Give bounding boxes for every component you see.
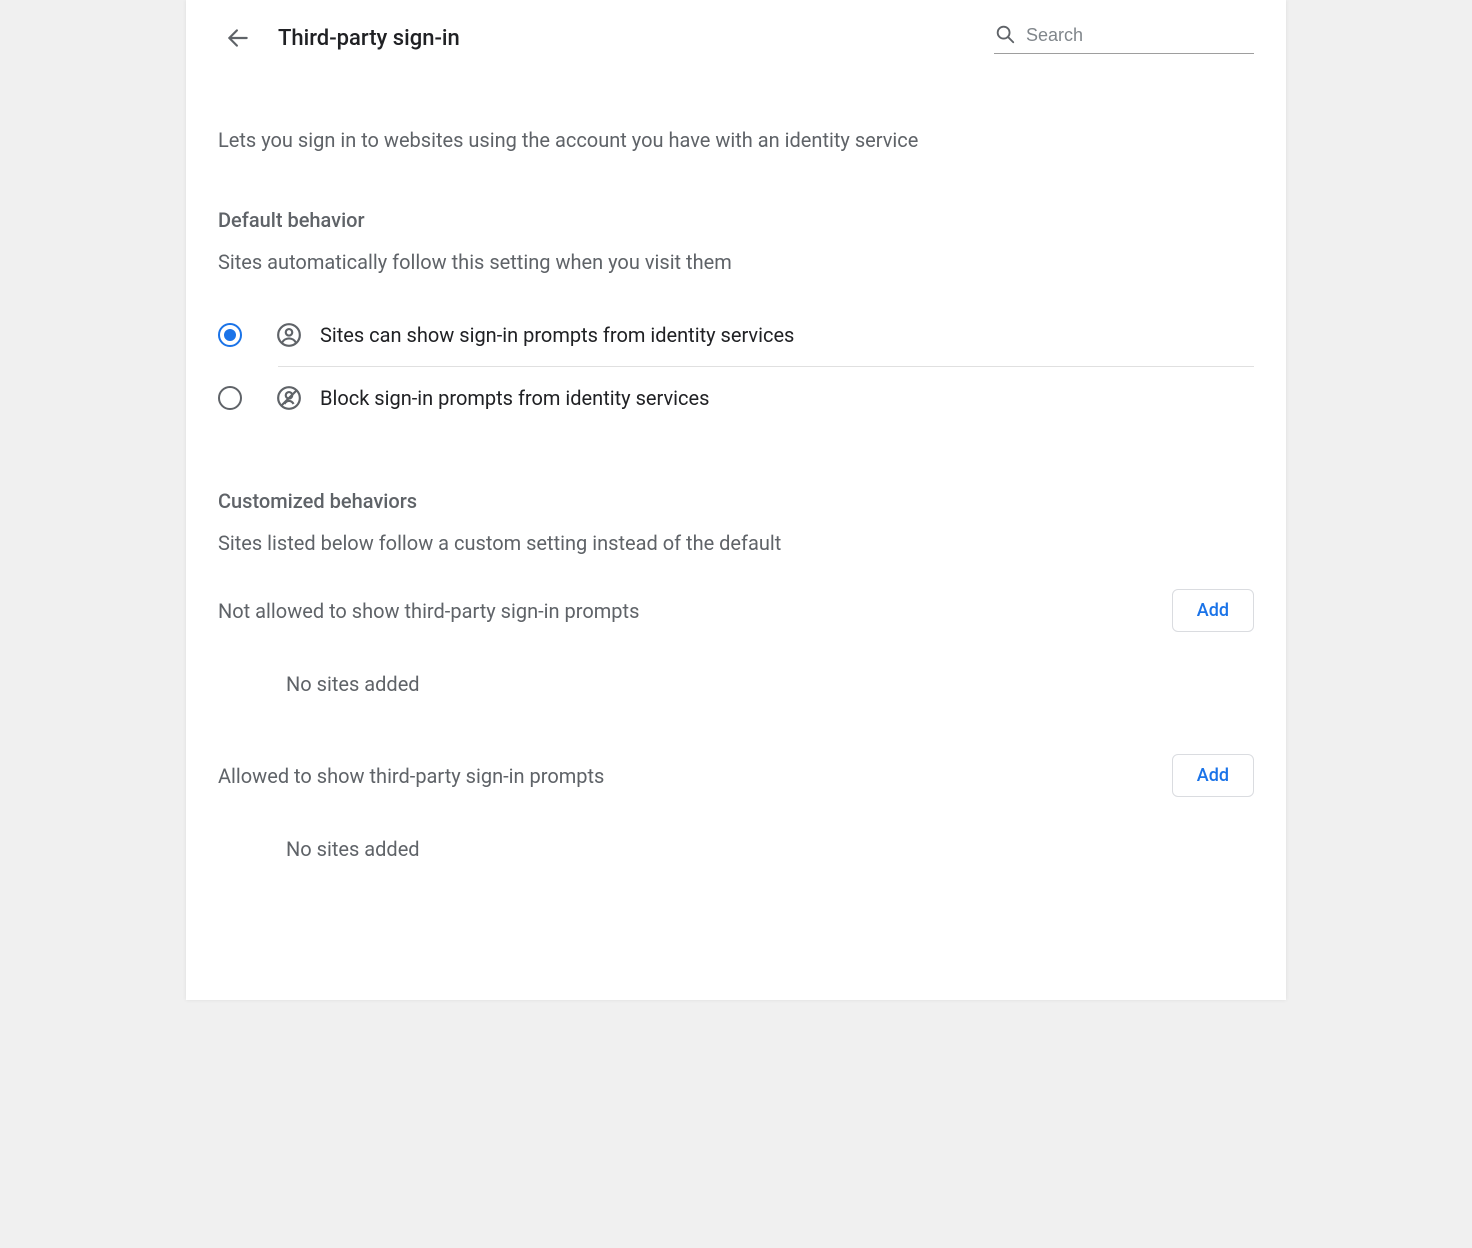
default-behavior-section: Default behavior Sites automatically fol…: [218, 208, 1254, 429]
intro-text: Lets you sign in to websites using the a…: [218, 128, 1254, 152]
customized-behaviors-description: Sites listed below follow a custom setti…: [218, 531, 1254, 555]
add-allowed-button[interactable]: Add: [1172, 754, 1254, 797]
allowed-label: Allowed to show third-party sign-in prom…: [218, 764, 604, 788]
customized-behaviors-title: Customized behaviors: [218, 489, 1254, 513]
content: Lets you sign in to websites using the a…: [186, 128, 1286, 885]
not-allowed-empty-text: No sites added: [286, 656, 1254, 720]
search-field[interactable]: [994, 23, 1254, 54]
not-allowed-subsection: Not allowed to show third-party sign-in …: [218, 589, 1254, 720]
person-circle-icon: [276, 322, 302, 348]
default-behavior-title: Default behavior: [218, 208, 1254, 232]
block-icon: [276, 385, 302, 411]
allowed-empty-text: No sites added: [286, 821, 1254, 885]
header: Third-party sign-in: [186, 0, 1286, 74]
settings-panel: Third-party sign-in Lets you sign in to …: [186, 0, 1286, 1000]
search-input[interactable]: [1026, 25, 1254, 46]
arrow-back-icon: [225, 25, 251, 51]
default-behavior-description: Sites automatically follow this setting …: [218, 250, 1254, 274]
radio-block-prompts[interactable]: Block sign-in prompts from identity serv…: [218, 367, 1254, 429]
search-icon: [994, 23, 1016, 49]
radio-inner-dot: [224, 329, 236, 341]
default-behavior-radio-group: Sites can show sign-in prompts from iden…: [218, 304, 1254, 429]
allowed-subsection: Allowed to show third-party sign-in prom…: [218, 754, 1254, 885]
add-not-allowed-button[interactable]: Add: [1172, 589, 1254, 632]
not-allowed-header-row: Not allowed to show third-party sign-in …: [218, 589, 1254, 632]
radio-block-label: Block sign-in prompts from identity serv…: [320, 386, 709, 410]
page-title: Third-party sign-in: [278, 26, 994, 51]
radio-allow-label: Sites can show sign-in prompts from iden…: [320, 323, 794, 347]
customized-behaviors-section: Customized behaviors Sites listed below …: [218, 489, 1254, 885]
radio-button-selected: [218, 323, 242, 347]
radio-button-unselected: [218, 386, 242, 410]
allowed-header-row: Allowed to show third-party sign-in prom…: [218, 754, 1254, 797]
back-button[interactable]: [218, 18, 258, 58]
radio-allow-prompts[interactable]: Sites can show sign-in prompts from iden…: [218, 304, 1254, 366]
not-allowed-label: Not allowed to show third-party sign-in …: [218, 599, 639, 623]
